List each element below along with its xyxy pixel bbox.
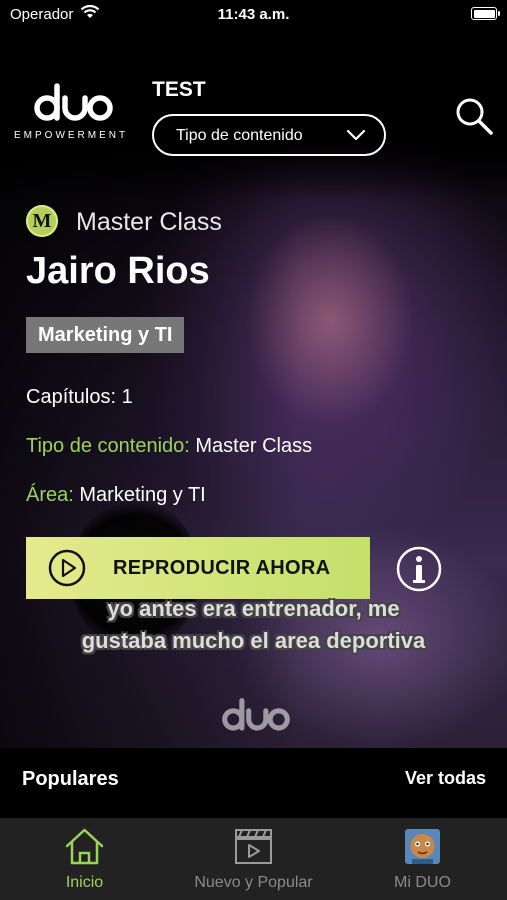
duo-logo-mark xyxy=(34,83,113,121)
clapperboard-icon xyxy=(235,829,272,864)
master-class-badge-icon: M xyxy=(26,205,58,237)
status-bar: Operador 11:43 a.m. xyxy=(0,0,507,30)
video-caption: yo antes era entrenador, me gustaba much… xyxy=(0,593,507,657)
info-icon[interactable] xyxy=(396,546,442,592)
content-type-dropdown[interactable]: Tipo de contenido xyxy=(152,114,386,156)
tab-mi-duo-label: Mi DUO xyxy=(394,874,451,891)
search-icon[interactable] xyxy=(454,96,494,136)
tab-bar: Inicio Nuevo y Popular Mi DUO xyxy=(0,818,507,900)
area-info: Área: Marketing y TI xyxy=(26,484,206,507)
chapters-count: Capítulos: 1 xyxy=(26,386,133,408)
tab-home[interactable]: Inicio xyxy=(0,818,169,900)
content-category: Master Class xyxy=(76,208,222,236)
status-time: 11:43 a.m. xyxy=(217,6,290,23)
area-info-label: Área: xyxy=(26,484,74,506)
duo-logo[interactable]: EMPOWERMENT xyxy=(14,82,126,144)
see-all-link[interactable]: Ver todas xyxy=(405,768,486,789)
play-now-button[interactable]: REPRODUCIR AHORA xyxy=(26,537,370,599)
section-title: Populares xyxy=(22,768,119,790)
chevron-down-icon xyxy=(346,129,366,141)
area-tag: Marketing y TI xyxy=(26,317,185,353)
content-title: Jairo Rios xyxy=(26,250,210,292)
battery-icon xyxy=(471,7,500,20)
tab-home-label: Inicio xyxy=(65,874,104,891)
play-now-label: REPRODUCIR AHORA xyxy=(113,557,331,579)
avatar-icon xyxy=(405,829,440,864)
content-type-info-value: Master Class xyxy=(195,435,313,457)
profile-label: TEST xyxy=(152,78,206,101)
home-icon xyxy=(65,828,104,865)
logo-subtitle: EMPOWERMENT xyxy=(14,130,129,141)
content-type-info-label: Tipo de contenido: xyxy=(26,435,190,457)
area-info-value: Marketing y TI xyxy=(79,484,206,506)
tab-new-popular-label: Nuevo y Popular xyxy=(194,874,313,891)
video-caption-line-2: gustaba mucho el area deportiva xyxy=(81,628,426,653)
play-circle-icon xyxy=(48,549,86,587)
tab-mi-duo[interactable]: Mi DUO xyxy=(338,818,507,900)
content-type-dropdown-value: Tipo de contenido xyxy=(176,127,303,144)
content-type-info: Tipo de contenido: Master Class xyxy=(26,435,312,458)
duo-watermark-logo xyxy=(222,698,290,731)
video-caption-line-1: yo antes era entrenador, me xyxy=(107,596,400,621)
tab-new-popular[interactable]: Nuevo y Popular xyxy=(169,818,338,900)
